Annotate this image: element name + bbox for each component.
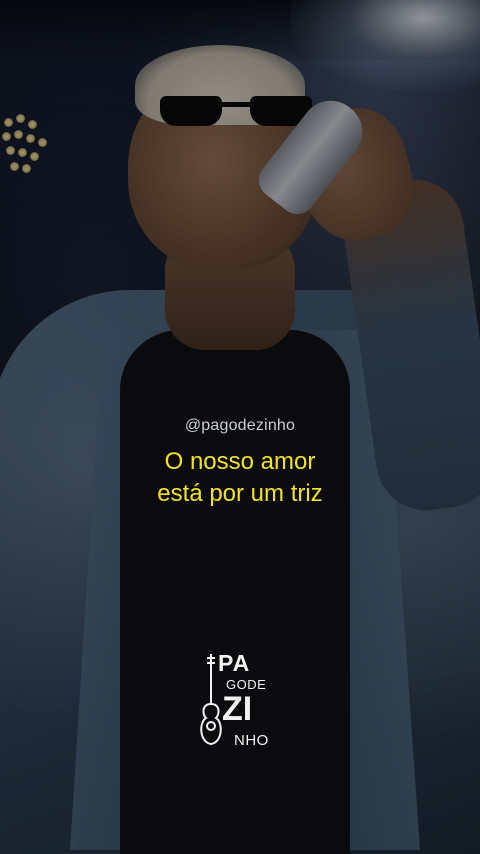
pagodezinho-logo: PA GODE ZI NHO <box>198 650 278 755</box>
account-handle: @pagodezinho <box>184 417 296 434</box>
logo-text-zi: ZI <box>222 690 253 728</box>
lyrics-caption: O nosso amor está por um triz <box>0 446 480 510</box>
logo-text-pa: PA <box>218 650 251 676</box>
lyrics-line-2: está por um triz <box>157 480 323 507</box>
lyrics-line-1: O nosso amor <box>164 448 316 475</box>
logo-text-nho: NHO <box>234 732 269 749</box>
video-frame[interactable]: @pagodezinho O nosso amor está por um tr… <box>0 0 480 854</box>
